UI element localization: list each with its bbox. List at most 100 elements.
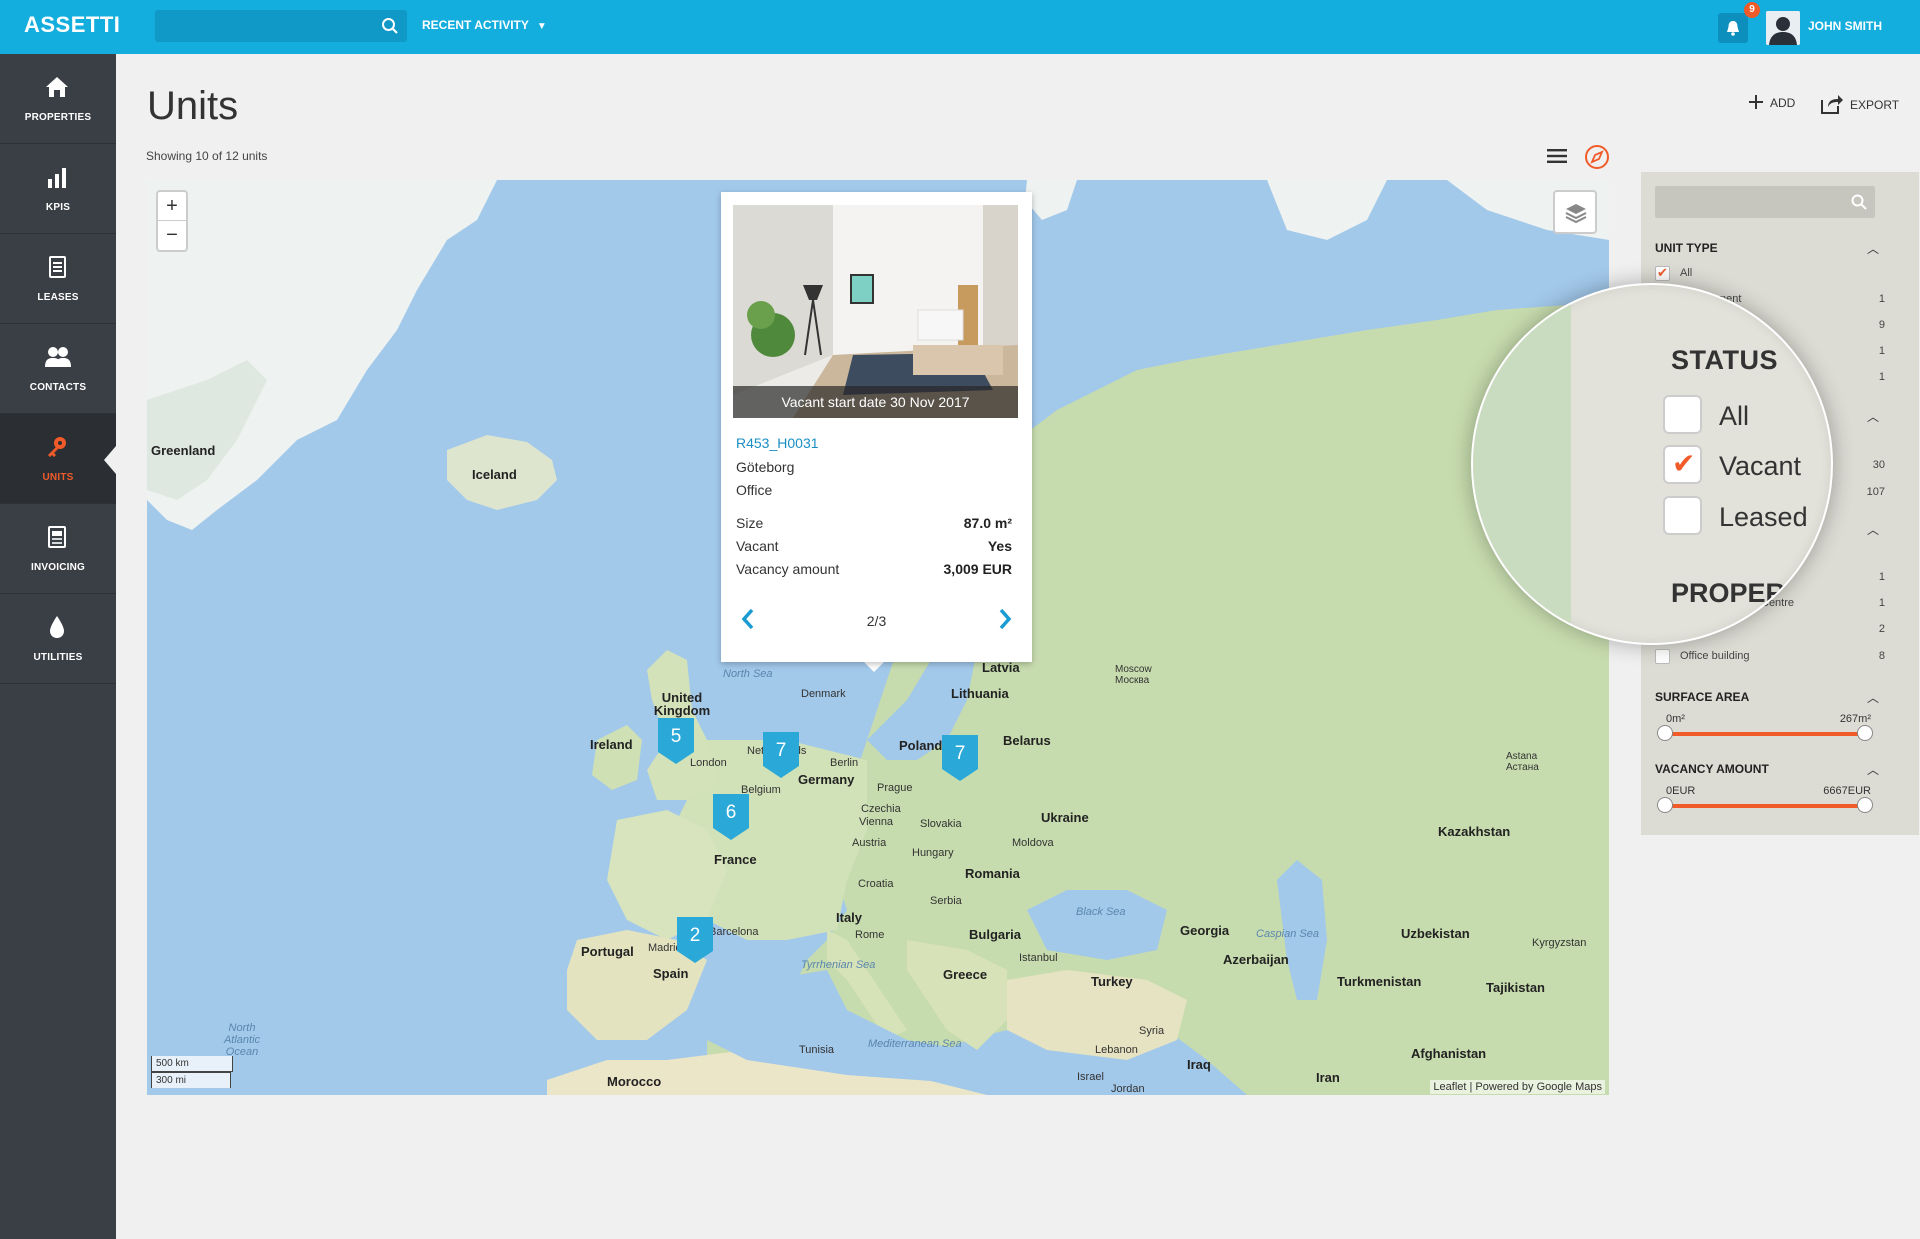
- map-marker[interactable]: 5: [658, 718, 694, 764]
- zoom-out-button[interactable]: −: [158, 221, 186, 250]
- surface-area-slider[interactable]: [1657, 725, 1873, 741]
- unit-photo[interactable]: Vacant start date 30 Nov 2017: [733, 205, 1018, 418]
- filter-option-label: Office building: [1680, 650, 1750, 662]
- sidebar-item-label: KPIS: [45, 202, 71, 213]
- contacts-icon: [45, 347, 71, 367]
- export-button[interactable]: EXPORT: [1820, 94, 1899, 114]
- checkbox[interactable]: [1663, 445, 1702, 484]
- detail-value: Yes: [987, 538, 1012, 554]
- avatar[interactable]: [1766, 11, 1800, 45]
- checkbox[interactable]: [1663, 395, 1702, 434]
- unit-id-link[interactable]: R453_H0031: [736, 435, 819, 451]
- recent-activity-label: RECENT ACTIVITY: [422, 18, 529, 32]
- map-label: Jordan: [1111, 1083, 1145, 1095]
- map-label: Tunisia: [799, 1044, 835, 1056]
- map-marker[interactable]: 6: [713, 794, 749, 840]
- sidebar-item-kpis[interactable]: KPIS: [0, 144, 116, 234]
- notifications-button[interactable]: [1718, 13, 1748, 43]
- list-view-button[interactable]: [1547, 148, 1567, 169]
- map-label: Denmark: [801, 688, 846, 700]
- popup-pagination: 2/3: [866, 613, 887, 629]
- map-label: Poland: [899, 738, 943, 753]
- map-view-button[interactable]: [1584, 144, 1610, 175]
- slider-handle-min[interactable]: [1657, 797, 1673, 813]
- search-icon[interactable]: [381, 17, 399, 35]
- map-label: Azerbaijan: [1223, 952, 1289, 967]
- sidebar-item-invoicing[interactable]: INVOICING: [0, 504, 116, 594]
- map-label: Moldova: [1012, 837, 1054, 849]
- map-attribution[interactable]: Leaflet | Powered by Google Maps: [1430, 1080, 1605, 1094]
- map-label: Greenland: [151, 443, 216, 458]
- zoom-in-button[interactable]: +: [158, 192, 186, 221]
- map-label: Georgia: [1180, 923, 1230, 938]
- app-logo[interactable]: ASSETTI: [24, 12, 120, 38]
- checkbox[interactable]: [1655, 265, 1670, 281]
- slider-handle-max[interactable]: [1857, 725, 1873, 741]
- bar-chart-icon: [48, 168, 66, 188]
- chevron-right-icon[interactable]: [998, 608, 1012, 630]
- key-icon: [48, 437, 66, 457]
- map-label: Vienna: [859, 816, 894, 828]
- recent-activity-menu[interactable]: RECENT ACTIVITY ▼: [422, 18, 547, 32]
- compass-icon: [1585, 145, 1609, 169]
- filter-option-office-building[interactable]: Office building 8: [1655, 649, 1885, 665]
- map-label: Iran: [1316, 1070, 1340, 1085]
- map-label: France: [714, 852, 757, 867]
- unit-type: Office: [736, 482, 773, 498]
- filter-search-input[interactable]: [1655, 186, 1875, 218]
- map-label: Bulgaria: [969, 927, 1022, 942]
- chevron-up-icon[interactable]: ︿: [1867, 521, 1879, 538]
- checkbox[interactable]: [1663, 496, 1702, 535]
- status-option-label: Vacant: [1719, 451, 1802, 481]
- global-search-input[interactable]: [155, 10, 407, 42]
- map-label: Austria: [852, 837, 887, 849]
- map-label: Slovakia: [920, 818, 962, 830]
- chevron-up-icon[interactable]: ︿: [1867, 689, 1879, 706]
- filter-count: 9: [1878, 319, 1885, 331]
- sidebar-item-units[interactable]: UNITS: [0, 414, 116, 504]
- slider-handle-max[interactable]: [1857, 797, 1873, 813]
- sidebar-item-label: CONTACTS: [29, 382, 87, 393]
- surface-area-title: SURFACE AREA: [1655, 690, 1750, 704]
- sidebar-item-properties[interactable]: PROPERTIES: [0, 54, 116, 144]
- results-count: Showing 10 of 12 units: [146, 149, 268, 163]
- map-label: Istanbul: [1019, 952, 1058, 964]
- sidebar-item-leases[interactable]: LEASES: [0, 234, 116, 324]
- map-label: Caspian Sea: [1256, 928, 1319, 940]
- marker-count: 5: [670, 726, 682, 747]
- chevron-up-icon[interactable]: ︿: [1867, 408, 1879, 425]
- zoom-control: + −: [156, 190, 188, 252]
- user-name[interactable]: JOHN SMITH: [1808, 19, 1882, 33]
- sidebar-item-contacts[interactable]: CONTACTS: [0, 324, 116, 414]
- map-label: Barcelona: [709, 926, 759, 938]
- top-bar: ASSETTI RECENT ACTIVITY ▼ 9 JOHN SMITH: [0, 0, 1920, 54]
- filter-option-all[interactable]: All: [1655, 265, 1885, 282]
- vacant-date-caption: Vacant start date 30 Nov 2017: [733, 386, 1018, 418]
- filter-count: 2: [1878, 623, 1885, 635]
- slider-handle-min[interactable]: [1657, 725, 1673, 741]
- map-marker[interactable]: 7: [942, 735, 978, 781]
- chevron-up-icon[interactable]: ︿: [1867, 761, 1879, 778]
- map-label: Ireland: [590, 737, 633, 752]
- vacancy-amount-slider[interactable]: [1657, 797, 1873, 813]
- filter-count: 1: [1878, 293, 1885, 305]
- invoice-icon: [48, 526, 66, 548]
- chevron-up-icon[interactable]: ︿: [1867, 240, 1879, 257]
- map-label: Morocco: [607, 1074, 662, 1089]
- add-button[interactable]: ADD: [1748, 94, 1795, 110]
- detail-key: Size: [736, 515, 764, 531]
- map-label: Turkmenistan: [1337, 974, 1422, 989]
- search-icon[interactable]: [1851, 194, 1867, 210]
- map-label: Iraq: [1187, 1057, 1211, 1072]
- map-label: United Kingdom: [653, 690, 711, 718]
- map-marker[interactable]: 7: [763, 732, 799, 778]
- map-label: North Atlantic Ocean: [223, 1022, 261, 1058]
- layers-button[interactable]: [1553, 190, 1597, 234]
- checkbox[interactable]: [1655, 649, 1670, 664]
- map-label: Syria: [1139, 1025, 1165, 1037]
- map-label: Serbia: [930, 895, 962, 907]
- map-marker[interactable]: 2: [677, 917, 713, 963]
- sidebar-item-label: INVOICING: [30, 562, 86, 573]
- plus-icon: [1749, 95, 1763, 109]
- sidebar-item-utilities[interactable]: UTILITIES: [0, 594, 116, 684]
